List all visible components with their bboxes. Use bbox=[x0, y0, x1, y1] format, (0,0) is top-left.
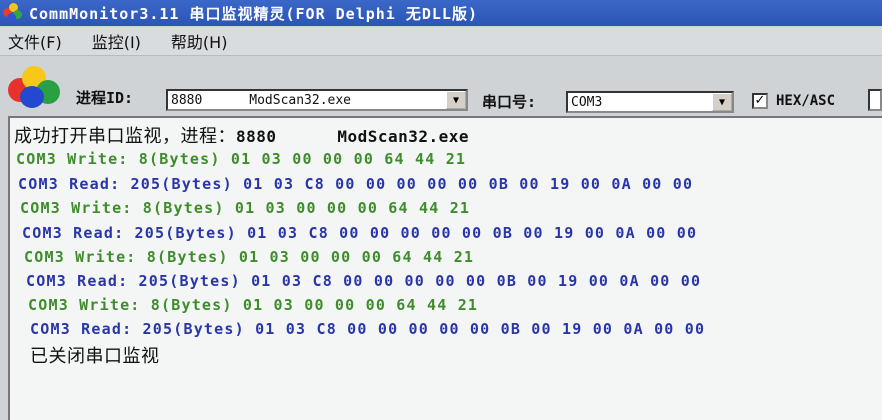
log-line: COM3 Read: 205(Bytes) 01 03 C8 00 00 00 … bbox=[26, 272, 702, 290]
status-open-process: 8880 ModScan32.exe bbox=[236, 127, 470, 146]
log-line: COM3 Write: 8(Bytes) 01 03 00 00 00 64 4… bbox=[24, 248, 475, 266]
log-status-open: 成功打开串口监视，进程：8880 ModScan32.exe bbox=[14, 122, 469, 148]
log-line: COM3 Read: 205(Bytes) 01 03 C8 00 00 00 … bbox=[22, 224, 698, 242]
hex-asc-checkbox[interactable]: ✓ bbox=[752, 93, 768, 109]
process-select-value: 8880 ModScan32.exe bbox=[171, 92, 352, 108]
log-line: COM3 Write: 8(Bytes) 01 03 00 00 00 64 4… bbox=[28, 296, 479, 314]
window-title: CommMonitor3.11 串口监视精灵(FOR Delphi 无DLL版) bbox=[29, 4, 478, 23]
menu-file[interactable]: 文件(F) bbox=[8, 29, 62, 53]
title-bar[interactable]: CommMonitor3.11 串口监视精灵(FOR Delphi 无DLL版) bbox=[0, 0, 882, 26]
chevron-down-icon[interactable]: ▼ bbox=[712, 93, 732, 111]
process-id-label: 进程ID: bbox=[76, 89, 134, 107]
hex-asc-label: HEX/ASC bbox=[776, 93, 836, 109]
menu-help[interactable]: 帮助(H) bbox=[171, 29, 228, 53]
port-select-value: COM3 bbox=[571, 94, 603, 110]
port-select[interactable]: COM3 ▼ bbox=[566, 91, 734, 113]
port-label: 串口号: bbox=[482, 93, 537, 111]
log-line: COM3 Write: 8(Bytes) 01 03 00 00 00 64 4… bbox=[20, 199, 471, 217]
log-line: COM3 Read: 205(Bytes) 01 03 C8 00 00 00 … bbox=[30, 320, 706, 338]
menu-bar: 文件(F) 监控(I) 帮助(H) bbox=[0, 27, 882, 56]
log-status-close: 已关闭串口监视 bbox=[30, 346, 160, 367]
extra-checkbox[interactable] bbox=[868, 89, 882, 111]
log-line: COM3 Write: 8(Bytes) 01 03 00 00 00 64 4… bbox=[16, 150, 467, 168]
log-output[interactable]: 成功打开串口监视，进程：8880 ModScan32.exe COM3 Writ… bbox=[8, 116, 882, 420]
chevron-down-icon[interactable]: ▼ bbox=[446, 91, 466, 109]
status-open-text: 成功打开串口监视，进程： bbox=[14, 126, 236, 147]
log-line: COM3 Read: 205(Bytes) 01 03 C8 00 00 00 … bbox=[18, 175, 694, 193]
toolbar: 进程ID: 8880 ModScan32.exe ▼ 串口号: COM3 ▼ ✓… bbox=[0, 56, 882, 116]
app-balls-icon[interactable] bbox=[3, 3, 23, 23]
colored-balls-logo-icon bbox=[8, 66, 64, 108]
process-select[interactable]: 8880 ModScan32.exe ▼ bbox=[166, 89, 468, 111]
menu-monitor[interactable]: 监控(I) bbox=[92, 29, 141, 53]
